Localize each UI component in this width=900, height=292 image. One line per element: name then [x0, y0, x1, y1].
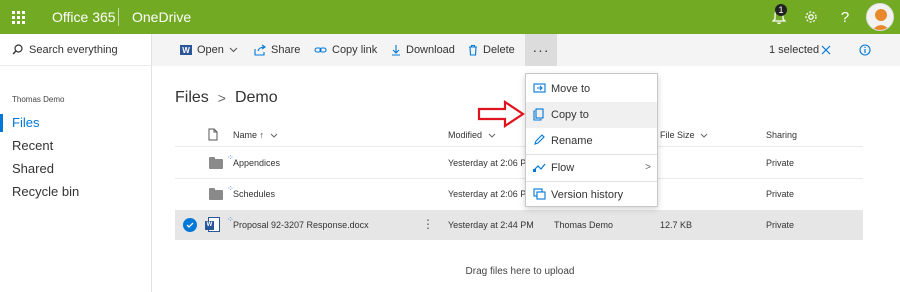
word-document-icon: [205, 217, 220, 232]
row-file-size: 12.7 KB: [660, 220, 693, 230]
app-launcher-icon[interactable]: [0, 0, 36, 34]
folder-icon: [209, 157, 223, 169]
link-icon: [314, 47, 327, 53]
settings-gear-icon[interactable]: [794, 0, 828, 34]
app-name[interactable]: OneDrive: [132, 0, 191, 34]
chevron-down-icon: [270, 133, 277, 138]
table-row[interactable]: ⁘ Schedules Yesterday at 2:06 PM Private: [175, 179, 863, 209]
nav-item-shared[interactable]: Shared: [0, 158, 152, 180]
notification-count-badge: 1: [775, 4, 787, 16]
download-icon: [392, 45, 400, 56]
chevron-down-icon: [700, 133, 708, 138]
table-row[interactable]: ⁘ Appendices Yesterday at 2:06 PM Privat…: [175, 148, 863, 178]
info-pane-icon[interactable]: [856, 34, 874, 66]
version-history-icon: [533, 188, 546, 200]
office-365-brand[interactable]: Office 365: [52, 0, 116, 34]
header-divider: [175, 146, 863, 147]
menu-item-flow[interactable]: Flow >: [526, 155, 657, 181]
column-header-sharing[interactable]: Sharing: [766, 125, 797, 145]
more-actions-menu: Move to Copy to Rename Flow > Version hi…: [525, 73, 658, 207]
more-actions-button[interactable]: ···: [525, 34, 557, 66]
user-avatar[interactable]: [866, 3, 894, 31]
copy-link-label: Copy link: [332, 44, 378, 56]
search-everything-box[interactable]: Search everything: [0, 34, 152, 66]
copy-to-icon: [533, 108, 544, 121]
row-modified: Yesterday at 2:06 PM: [448, 189, 534, 199]
column-modified-label: Modified: [448, 130, 483, 140]
open-label: Open: [197, 44, 224, 56]
column-header-modified[interactable]: Modified: [448, 125, 496, 145]
breadcrumb-demo: Demo: [234, 89, 278, 106]
row-name[interactable]: Proposal 92-3207 Response.docx: [233, 210, 369, 240]
column-header-file-size[interactable]: File Size: [660, 125, 708, 145]
word-icon: W: [180, 45, 192, 55]
row-modified: Yesterday at 2:44 PM: [448, 220, 534, 230]
column-name-label: Name ↑: [233, 130, 265, 140]
selected-count-label: 1 selected: [769, 44, 820, 56]
row-sharing: Private: [766, 220, 795, 230]
suite-header: Office 365 OneDrive 1 ?: [0, 0, 900, 34]
download-button[interactable]: Download: [391, 34, 455, 66]
nav-item-recent[interactable]: Recent: [0, 135, 152, 157]
row-modified-by: Thomas Demo: [554, 220, 614, 230]
search-icon: [12, 44, 23, 55]
flow-icon: [533, 163, 546, 172]
clear-selection-close-icon[interactable]: [818, 34, 834, 66]
open-button[interactable]: W Open: [180, 34, 243, 66]
share-button[interactable]: Share: [254, 34, 300, 66]
download-label: Download: [406, 44, 455, 56]
file-type-header-icon[interactable]: [208, 128, 218, 148]
trash-icon: [469, 44, 477, 56]
delete-button[interactable]: Delete: [468, 34, 515, 66]
breadcrumb: Files > Demo: [175, 89, 278, 107]
column-file-size-label: File Size: [660, 130, 695, 140]
rename-icon: [534, 134, 545, 145]
delete-label: Delete: [483, 44, 515, 56]
menu-label: Move to: [551, 83, 591, 95]
row-more-actions-icon[interactable]: ⋮: [422, 210, 434, 238]
copy-link-button[interactable]: Copy link: [314, 34, 377, 66]
row-checkmark-icon[interactable]: [183, 218, 197, 232]
chevron-down-icon: [488, 133, 495, 138]
left-nav: Search everything Thomas Demo Files Rece…: [0, 34, 152, 292]
nav-item-recycle-bin[interactable]: Recycle bin: [0, 181, 152, 203]
file-list-header: Name ↑ Modified File Size Sharing: [175, 125, 863, 145]
share-label: Share: [271, 44, 301, 56]
move-to-icon: [533, 83, 546, 93]
column-header-name[interactable]: Name ↑: [233, 125, 278, 145]
breadcrumb-files[interactable]: Files: [175, 89, 209, 107]
search-label: Search everything: [29, 43, 118, 56]
row-sharing: Private: [766, 189, 795, 199]
menu-label: Rename: [551, 135, 593, 147]
share-icon: [254, 44, 266, 56]
chevron-right-icon: >: [645, 162, 651, 173]
row-name[interactable]: Appendices: [233, 148, 280, 178]
menu-label: Flow: [551, 162, 575, 174]
row-sharing: Private: [766, 158, 795, 168]
row-name[interactable]: Schedules: [233, 179, 275, 209]
annotation-arrow-icon: [477, 100, 525, 128]
nav-item-files[interactable]: Files: [0, 112, 152, 134]
menu-item-move-to[interactable]: Move to: [526, 76, 657, 102]
table-row-selected[interactable]: ⁘ Proposal 92-3207 Response.docx ⋮ Yeste…: [175, 210, 863, 240]
folder-icon: [209, 188, 223, 200]
user-name-label: Thomas Demo: [12, 95, 65, 104]
menu-item-version-history[interactable]: Version history: [526, 182, 657, 208]
menu-item-copy-to[interactable]: Copy to: [526, 102, 657, 128]
drag-files-hint: Drag files here to upload: [465, 266, 575, 277]
menu-item-rename[interactable]: Rename: [526, 128, 657, 154]
row-modified: Yesterday at 2:06 PM: [448, 158, 534, 168]
menu-label: Copy to: [551, 109, 589, 121]
chevron-down-icon: [229, 47, 238, 53]
svg-text:W: W: [182, 46, 190, 55]
breadcrumb-separator: >: [217, 90, 226, 106]
help-icon[interactable]: ?: [828, 0, 862, 34]
menu-label: Version history: [551, 189, 624, 201]
brand-divider: [118, 8, 119, 26]
